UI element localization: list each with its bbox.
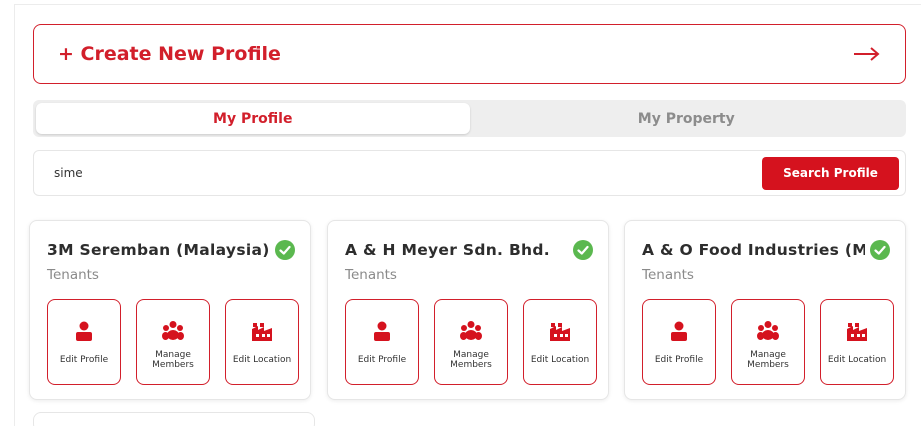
- edit-profile-button[interactable]: Edit Profile: [642, 299, 716, 385]
- users-icon: [460, 321, 482, 340]
- card-header: A & O Food Industries (M)...: [642, 239, 891, 261]
- manage-members-button[interactable]: Manage Members: [731, 299, 805, 385]
- action-label: Edit Profile: [654, 355, 704, 365]
- card-title: A & H Meyer Sdn. Bhd.: [345, 241, 550, 259]
- action-label: Edit Location: [827, 355, 887, 365]
- action-label: Manage Members: [152, 350, 194, 370]
- profile-card: A & O Food Industries (M)... Tenants Edit …: [624, 220, 906, 400]
- card-actions: Edit Profile Manage Members Edit Location: [642, 299, 894, 385]
- edit-profile-button[interactable]: Edit Profile: [345, 299, 419, 385]
- card-subtitle: Tenants: [642, 267, 694, 283]
- card-actions: Edit Profile Manage Members Edit Location: [47, 299, 299, 385]
- edit-location-button[interactable]: Edit Location: [225, 299, 299, 385]
- search-bar: Search Profile: [33, 150, 906, 196]
- action-label: Manage Members: [450, 350, 492, 370]
- card-subtitle: Tenants: [345, 267, 397, 283]
- card-subtitle: Tenants: [47, 267, 99, 283]
- action-label: Edit Profile: [357, 355, 407, 365]
- search-input[interactable]: [54, 166, 762, 180]
- user-icon: [76, 321, 92, 341]
- search-profile-button[interactable]: Search Profile: [762, 156, 899, 190]
- profile-card: 3M Seremban (Malaysia) ... Tenants Edit Pr…: [29, 220, 311, 400]
- factory-icon: [550, 323, 570, 341]
- edit-location-button[interactable]: Edit Location: [820, 299, 894, 385]
- tab-my-profile[interactable]: My Profile: [36, 103, 470, 134]
- card-header: A & H Meyer Sdn. Bhd.: [345, 239, 594, 261]
- tab-my-property[interactable]: My Property: [470, 103, 904, 134]
- check-circle-icon: [275, 240, 295, 260]
- users-icon: [162, 321, 184, 340]
- edit-profile-button[interactable]: Edit Profile: [47, 299, 121, 385]
- check-circle-icon: [573, 240, 593, 260]
- profile-card-partial: [33, 412, 315, 426]
- user-icon: [671, 321, 687, 341]
- action-label: Manage Members: [747, 350, 789, 370]
- manage-members-button[interactable]: Manage Members: [434, 299, 508, 385]
- user-icon: [374, 321, 390, 341]
- profile-card: A & H Meyer Sdn. Bhd. Tenants Edit Profile…: [327, 220, 609, 400]
- edit-location-button[interactable]: Edit Location: [523, 299, 597, 385]
- factory-icon: [847, 323, 867, 341]
- create-new-profile-button[interactable]: + Create New Profile: [33, 24, 906, 84]
- arrow-right-icon: [854, 47, 880, 61]
- container-border-top: [14, 4, 921, 5]
- container-border-left: [14, 4, 15, 426]
- factory-icon: [252, 323, 272, 341]
- action-label: Edit Profile: [59, 355, 109, 365]
- create-new-profile-label: + Create New Profile: [58, 43, 281, 65]
- card-title: A & O Food Industries (M)...: [642, 241, 865, 259]
- users-icon: [757, 321, 779, 340]
- check-circle-icon: [870, 240, 890, 260]
- card-title: 3M Seremban (Malaysia) ...: [47, 241, 270, 259]
- card-actions: Edit Profile Manage Members Edit Location: [345, 299, 597, 385]
- action-label: Edit Location: [530, 355, 590, 365]
- card-header: 3M Seremban (Malaysia) ...: [47, 239, 296, 261]
- manage-members-button[interactable]: Manage Members: [136, 299, 210, 385]
- action-label: Edit Location: [232, 355, 292, 365]
- profile-tabs: My Profile My Property: [33, 100, 906, 137]
